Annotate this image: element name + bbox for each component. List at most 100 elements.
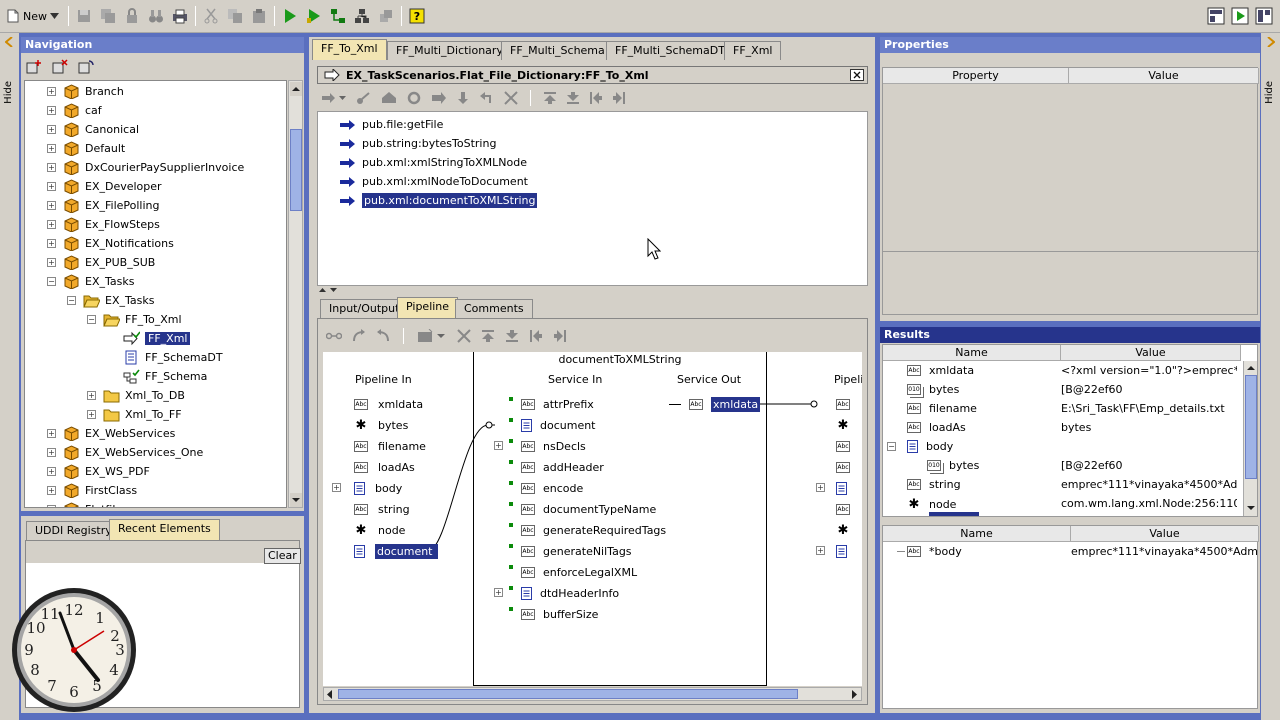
navigation-tree-item[interactable]: + DxCourierPaySupplierInvoice	[47, 158, 244, 177]
flow-step[interactable]: pub.xml:documentToXMLString	[340, 191, 538, 210]
pipeline-in-field[interactable]: ✱ bytes	[354, 416, 409, 434]
pipeline-in-field[interactable]: Abc string	[354, 500, 410, 518]
copy-button[interactable]	[223, 4, 247, 28]
step-into-button[interactable]	[350, 4, 374, 28]
navigation-tree-item[interactable]: FF_SchemaDT	[107, 348, 223, 367]
expand-icon[interactable]: +	[47, 163, 56, 172]
expand-icon[interactable]: +	[87, 410, 96, 419]
expand-icon[interactable]: +	[47, 144, 56, 153]
service-in-field[interactable]: Abc bufferSize	[509, 605, 598, 623]
loop-icon[interactable]	[381, 91, 397, 105]
expand-icon[interactable]: +	[47, 429, 56, 438]
shift-left-icon[interactable]	[589, 91, 603, 105]
new-button[interactable]: New	[4, 4, 65, 28]
pipeline-in-field[interactable]: ✱ node	[354, 521, 406, 539]
expand-icon[interactable]: +	[47, 87, 56, 96]
refresh-tree-icon[interactable]	[77, 59, 95, 75]
step-out-button[interactable]	[374, 4, 398, 28]
layout-test-button[interactable]	[1228, 4, 1252, 28]
save-all-button[interactable]	[96, 4, 120, 28]
expand-icon[interactable]: +	[87, 391, 96, 400]
delete-element-icon[interactable]	[51, 59, 69, 75]
tab-ff-multi-schemadt[interactable]: FF_Multi_SchemaDT	[606, 41, 734, 60]
results-scroll-thumb[interactable]	[1245, 375, 1257, 479]
navigation-tree-item[interactable]: + Branch	[47, 82, 124, 101]
navigation-tree-item[interactable]: − EX_Tasks	[67, 291, 154, 310]
navigation-tree-item[interactable]: + Ex_FlowSteps	[47, 215, 160, 234]
navigation-tree-item[interactable]: + EX_Notifications	[47, 234, 174, 253]
results-row[interactable]: Abc filename E:\Sri_Task\FF\Emp_details.tx…	[883, 399, 1243, 418]
service-out-field[interactable]: Abc xmldata	[669, 395, 761, 413]
collapse-icon[interactable]: −	[887, 442, 896, 451]
results-row[interactable]: Abc loadAs bytes	[883, 418, 1243, 437]
trace-button[interactable]	[326, 4, 350, 28]
expand-icon[interactable]: +	[332, 483, 341, 492]
expand-icon[interactable]: +	[47, 258, 56, 267]
expand-icon[interactable]: +	[47, 239, 56, 248]
navigation-tree-item[interactable]: + Default	[47, 139, 125, 158]
navigation-tree-item[interactable]: + Canonical	[47, 120, 139, 139]
tab-ff-xml[interactable]: FF_Xml	[724, 41, 782, 60]
navigation-tree-item[interactable]: + EX_WebServices_One	[47, 443, 203, 462]
navigation-tree-item[interactable]: + EX_WS_PDF	[47, 462, 150, 481]
move-up-icon[interactable]	[543, 91, 557, 105]
splitter-arrows-icon[interactable]	[318, 287, 340, 293]
repeat-icon[interactable]	[406, 91, 422, 105]
navigation-tree-item[interactable]: + EX_WebServices	[47, 424, 175, 443]
link-icon[interactable]	[326, 330, 342, 342]
navigation-tree-item[interactable]: + Xml_To_DB	[87, 386, 185, 405]
exit-icon[interactable]	[479, 91, 495, 105]
navigation-tree-item[interactable]: + Flatfile	[47, 500, 122, 507]
help-button[interactable]: ?	[405, 4, 429, 28]
branch-icon[interactable]	[356, 91, 372, 105]
results-row[interactable]: − body	[883, 437, 1243, 456]
map-link[interactable]	[427, 424, 495, 552]
navigation-tree-item[interactable]: + EX_PUB_SUB	[47, 253, 155, 272]
navigation-tree-item[interactable]: + caf	[47, 101, 102, 120]
delete-variable-icon[interactable]	[457, 329, 471, 343]
pipeline-out-field[interactable]: ✱	[836, 416, 850, 434]
layout-edit-button[interactable]	[1204, 4, 1228, 28]
print-button[interactable]	[168, 4, 192, 28]
clear-button[interactable]: Clear	[264, 548, 301, 564]
service-in-field[interactable]: Abc addHeader	[509, 458, 604, 476]
pipeline-in-field[interactable]: Abc loadAs	[354, 458, 415, 476]
map-step-icon[interactable]	[352, 329, 366, 343]
navigation-tree-item[interactable]: FF_Xml	[107, 329, 191, 348]
new-package-icon[interactable]	[25, 59, 43, 75]
map-undo-icon[interactable]	[376, 329, 390, 343]
service-in-field[interactable]: dtdHeaderInfo	[509, 584, 619, 602]
expand-icon[interactable]: +	[816, 546, 825, 555]
collapse-icon[interactable]: −	[47, 277, 56, 286]
flow-step[interactable]: pub.xml:xmlNodeToDocument	[340, 172, 528, 191]
paste-button[interactable]	[247, 4, 271, 28]
close-icon[interactable]	[850, 69, 864, 81]
tab-pipeline[interactable]: Pipeline	[397, 297, 459, 318]
collapse-icon[interactable]: −	[87, 315, 96, 324]
results-selected-row[interactable]	[929, 512, 979, 516]
pipeline-in-field[interactable]: Abc filename	[354, 437, 426, 455]
expand-icon[interactable]: +	[47, 486, 56, 495]
results-row[interactable]: Abc xmldata <?xml version="1.0"?>emprec*11…	[883, 361, 1243, 380]
service-in-field[interactable]: Abc attrPrefix	[509, 395, 594, 413]
expand-icon[interactable]: +	[494, 588, 503, 597]
service-in-field[interactable]: Abc nsDecls	[509, 437, 586, 455]
results-row[interactable]: ✱ node com.wm.lang.xml.Node:256:11003...	[883, 494, 1243, 513]
save-button[interactable]	[72, 4, 96, 28]
tab-ff-multi-dictionary[interactable]: FF_Multi_Dictionary	[387, 41, 512, 60]
pipeline-out-field[interactable]	[836, 542, 847, 560]
tab-recent-elements[interactable]: Recent Elements	[109, 519, 220, 540]
expand-icon[interactable]: +	[47, 106, 56, 115]
navigation-scroll-thumb[interactable]	[290, 129, 302, 211]
lock-button[interactable]	[120, 4, 144, 28]
move-down-step-icon[interactable]	[456, 91, 470, 105]
move-up-var-icon[interactable]	[481, 329, 495, 343]
expand-icon[interactable]: +	[47, 505, 56, 507]
expand-icon[interactable]: +	[47, 220, 56, 229]
detail-row[interactable]: Abc *body emprec*111*vinayaka*4500*Admin e…	[883, 542, 1259, 561]
expand-icon[interactable]: +	[47, 125, 56, 134]
tab-uddi-registry[interactable]: UDDI Registry	[26, 521, 121, 540]
expand-icon[interactable]: +	[47, 467, 56, 476]
find-button[interactable]	[144, 4, 168, 28]
pipeline-in-field[interactable]: document	[354, 542, 438, 560]
